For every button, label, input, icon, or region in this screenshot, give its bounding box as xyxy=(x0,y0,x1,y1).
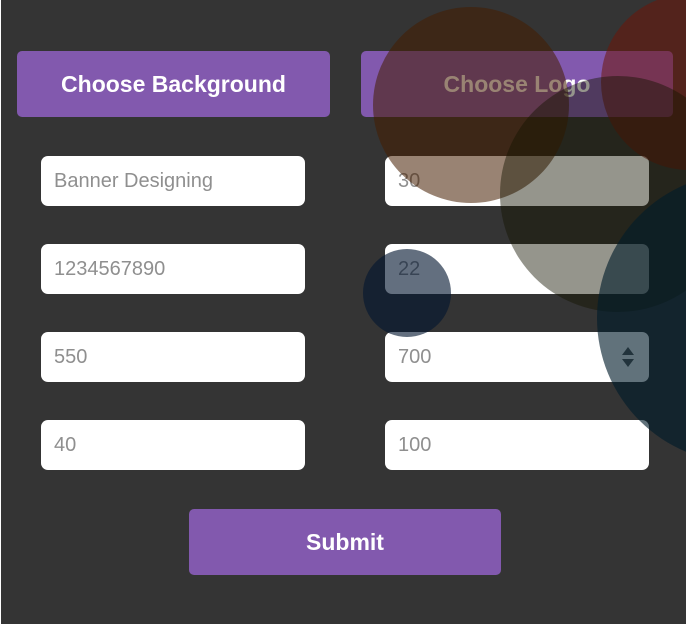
stepper-up-icon[interactable] xyxy=(622,347,634,355)
banner-form-panel: Choose Background Choose Logo Banner Des… xyxy=(1,0,686,624)
logo-size-input[interactable]: 40 xyxy=(41,420,305,470)
logo-offset-input[interactable]: 100 xyxy=(385,420,649,470)
banner-height-value: 700 xyxy=(398,346,432,368)
number-stepper-icon[interactable] xyxy=(621,345,635,369)
stepper-down-icon[interactable] xyxy=(622,359,634,367)
banner-height-input[interactable]: 700 xyxy=(385,332,649,382)
banner-title-input[interactable]: Banner Designing xyxy=(41,156,305,206)
phone-input[interactable]: 1234567890 xyxy=(41,244,305,294)
choose-logo-button[interactable]: Choose Logo xyxy=(361,51,673,117)
banner-width-input[interactable]: 550 xyxy=(41,332,305,382)
submit-button[interactable]: Submit xyxy=(189,509,501,575)
phone-font-size-input[interactable]: 22 xyxy=(385,244,649,294)
title-font-size-input[interactable]: 30 xyxy=(385,156,649,206)
choose-background-button[interactable]: Choose Background xyxy=(17,51,330,117)
